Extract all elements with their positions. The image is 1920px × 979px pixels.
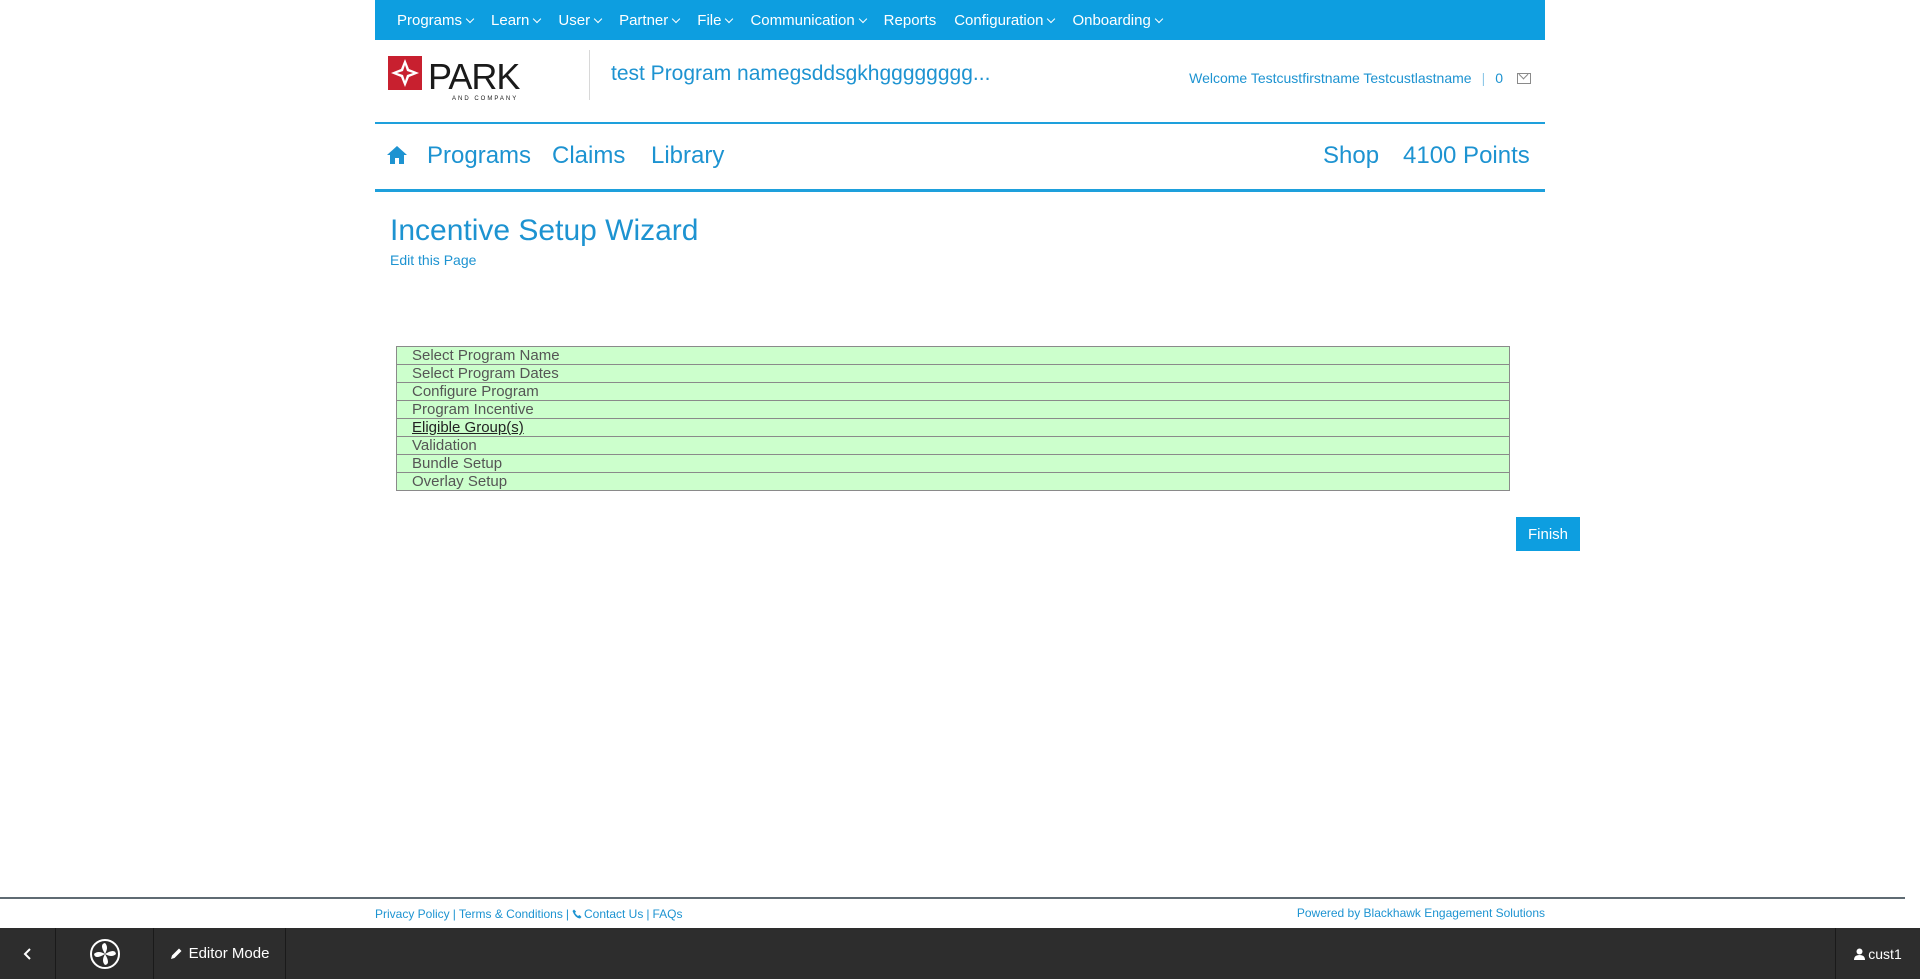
menu-label: Partner [619,11,669,29]
nav-programs[interactable]: Programs [427,142,531,170]
program-title[interactable]: test Program namegsddsgkhgggggggg... [611,62,990,86]
main-nav: Programs Claims Library Shop 4100 Points [375,124,1545,192]
menu-communication[interactable]: Communication [750,11,867,29]
page-title: Incentive Setup Wizard [390,214,699,247]
menu-label: Onboarding [1072,11,1151,29]
menu-label: File [697,11,722,29]
menu-onboarding[interactable]: Onboarding [1072,11,1164,29]
username-label: cust1 [1868,945,1902,962]
menu-learn[interactable]: Learn [491,11,542,29]
menu-label: Programs [397,11,463,29]
menu-configuration[interactable]: Configuration [954,11,1056,29]
editor-mode-button[interactable]: Editor Mode [154,928,286,979]
footer-separator: | [646,907,650,921]
nav-shop[interactable]: Shop [1323,142,1379,170]
wizard-step-bundle-setup[interactable]: Bundle Setup [396,454,1510,473]
editor-toolbar: Editor Mode cust1 [0,928,1920,979]
admin-menu-bar: Programs Learn User Partner File Communi… [375,0,1545,40]
user-menu-button[interactable]: cust1 [1835,928,1920,979]
menu-label: Reports [883,11,937,29]
chevron-down-icon [533,14,542,23]
finish-button[interactable]: Finish [1516,517,1580,551]
chevron-down-icon [1154,14,1164,23]
editor-mode-label: Editor Mode [188,945,270,962]
menu-label: Configuration [954,11,1044,29]
contact-us-label: Contact Us [583,907,644,921]
chevron-down-icon [593,14,603,23]
wizard-step-overlay-setup[interactable]: Overlay Setup [396,472,1510,491]
chevron-down-icon [725,14,734,23]
user-icon [1854,948,1866,960]
welcome-separator: | [1481,70,1486,86]
wizard-step-select-program-name[interactable]: Select Program Name [396,346,1510,365]
nav-library[interactable]: Library [651,142,724,170]
wizard-steps: Select Program Name Select Program Dates… [396,346,1510,491]
wizard-step-program-incentive[interactable]: Program Incentive [396,400,1510,419]
wizard-step-validation[interactable]: Validation [396,436,1510,455]
wizard-step-eligible-groups[interactable]: Eligible Group(s) [396,418,1510,437]
platform-logo-button[interactable] [56,928,154,979]
menu-label: Learn [491,11,530,29]
terms-link[interactable]: Terms & Conditions [459,907,563,921]
chevron-left-icon [23,947,31,960]
wizard-step-configure-program[interactable]: Configure Program [396,382,1510,401]
menu-label: Communication [750,11,855,29]
welcome-text[interactable]: Welcome Testcustfirstname Testcustlastna… [1189,70,1471,86]
envelope-icon[interactable] [1517,72,1531,84]
chevron-down-icon [1047,14,1056,23]
menu-programs[interactable]: Programs [397,11,475,29]
nav-claims[interactable]: Claims [552,142,625,170]
pinwheel-logo-icon [89,938,120,969]
logo-subtext: AND COMPANY [452,96,518,102]
phone-icon [572,909,582,919]
site-header: PARK AND COMPANY test Program namegsddsg… [375,40,1545,124]
nav-points[interactable]: 4100 Points [1403,142,1530,170]
chevron-down-icon [858,14,867,23]
chevron-down-icon [672,14,681,23]
edit-page-link[interactable]: Edit this Page [390,252,476,268]
menu-reports[interactable]: Reports [884,12,937,29]
menu-partner[interactable]: Partner [619,11,681,29]
wizard-step-select-program-dates[interactable]: Select Program Dates [396,364,1510,383]
menu-user[interactable]: User [558,11,603,29]
home-icon[interactable] [385,143,409,167]
message-count[interactable]: 0 [1495,70,1503,86]
welcome-area: Welcome Testcustfirstname Testcustlastna… [1189,70,1531,86]
faqs-link[interactable]: FAQs [652,907,682,921]
park-logo-mark: PARK AND COMPANY [388,56,521,102]
footer-separator: | [565,907,569,921]
footer-separator: | [452,907,456,921]
header-divider [589,50,590,100]
menu-file[interactable]: File [697,11,734,29]
powered-by-link[interactable]: Powered by Blackhawk Engagement Solution… [1297,906,1545,920]
pencil-icon [170,948,182,959]
contact-us-link[interactable]: Contact Us [572,907,643,921]
privacy-policy-link[interactable]: Privacy Policy [375,907,450,921]
logo-wordmark: PARK [428,56,520,97]
chevron-down-icon [465,14,475,23]
footer-links: Privacy Policy | Terms & Conditions | Contac… [375,907,682,921]
park-logo[interactable]: PARK AND COMPANY [388,56,538,102]
collapse-toolbar-button[interactable] [0,928,56,979]
footer-divider [0,897,1905,899]
menu-label: User [558,11,591,29]
